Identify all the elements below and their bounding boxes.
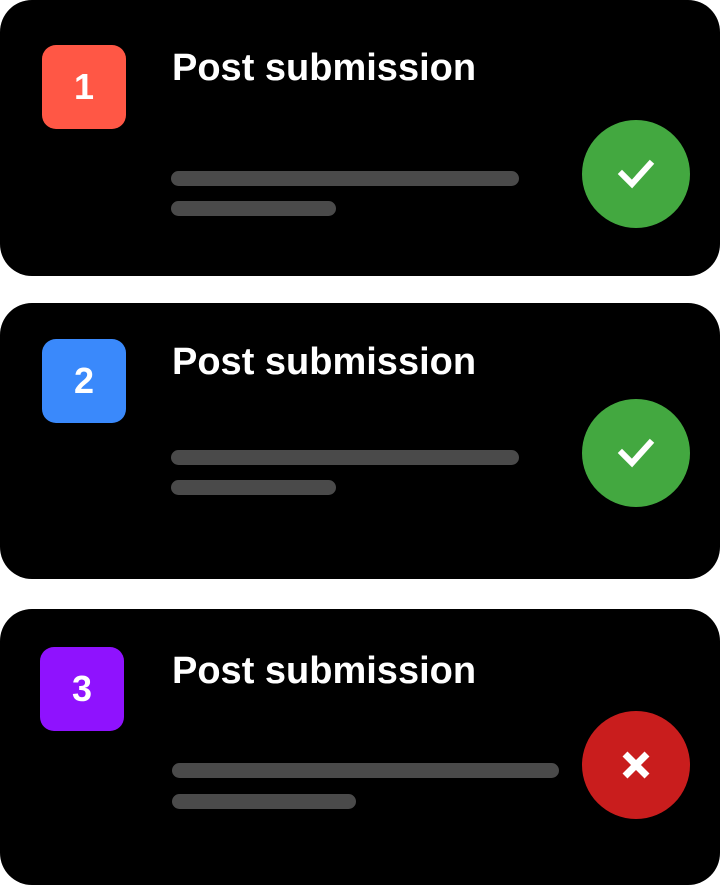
check-icon: [617, 159, 655, 189]
submission-number-badge: 2: [42, 339, 126, 423]
submission-card[interactable]: 1 Post submission: [0, 0, 720, 276]
content-placeholder-line: [172, 794, 356, 809]
close-icon: [622, 751, 650, 779]
submission-card[interactable]: 3 Post submission: [0, 609, 720, 885]
check-icon: [617, 438, 655, 468]
status-badge[interactable]: [582, 399, 690, 507]
submission-number-badge: 1: [42, 45, 126, 129]
status-badge[interactable]: [582, 120, 690, 228]
content-placeholder-line: [171, 171, 519, 186]
content-placeholder-line: [171, 450, 519, 465]
content-placeholder-line: [171, 201, 336, 216]
submission-number-badge: 3: [40, 647, 124, 731]
submission-title: Post submission: [172, 47, 477, 89]
status-badge[interactable]: [582, 711, 690, 819]
submission-title: Post submission: [172, 650, 477, 692]
submission-card[interactable]: 2 Post submission: [0, 303, 720, 579]
content-placeholder-line: [171, 480, 336, 495]
submission-title: Post submission: [172, 341, 477, 383]
content-placeholder-line: [172, 763, 559, 778]
